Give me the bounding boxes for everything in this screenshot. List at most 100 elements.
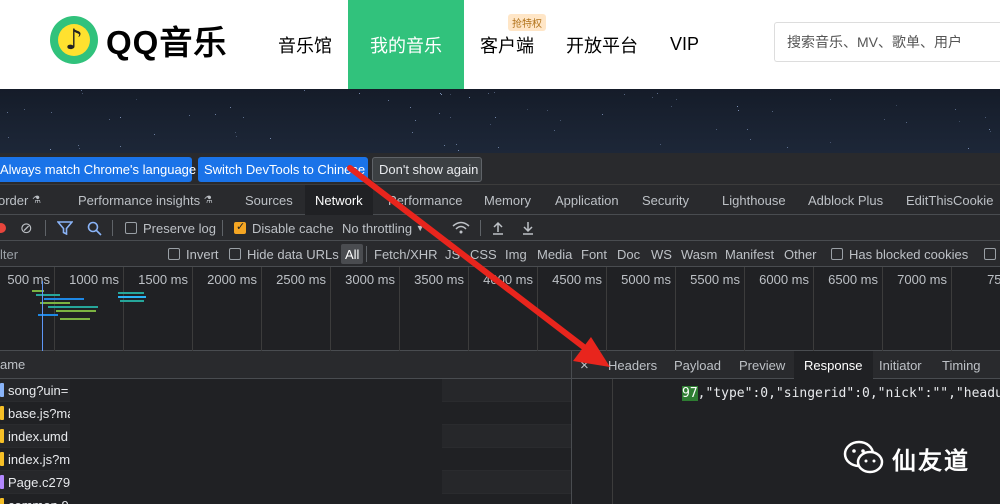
- clear-icon[interactable]: ⊘: [20, 215, 33, 241]
- timeline-tick-label: 6000 ms: [759, 272, 809, 287]
- filter-type-css[interactable]: CSS: [470, 241, 497, 267]
- star-dot: [547, 110, 548, 111]
- filter-type-js[interactable]: JS: [445, 241, 460, 267]
- blocked-requests-checkbox[interactable]: B: [984, 241, 1000, 267]
- throttling-select[interactable]: No throttling ▼: [342, 215, 425, 241]
- flask-icon: ⚗: [31, 194, 41, 206]
- detail-tab-preview[interactable]: Preview: [739, 351, 785, 379]
- invert-checkbox[interactable]: Invert: [168, 241, 219, 267]
- star-dot: [469, 97, 470, 98]
- filter-type-img[interactable]: Img: [505, 241, 527, 267]
- filter-icon[interactable]: [57, 215, 73, 241]
- disable-cache-checkbox[interactable]: Disable cache: [234, 215, 334, 241]
- network-filter-bar: lter Invert Hide data URLs All Fetch/XHR…: [0, 241, 1000, 267]
- response-body[interactable]: 97,"type":0,"singerid":0,"nick":"","head…: [682, 386, 1000, 401]
- table-row[interactable]: song?uin=: [0, 379, 571, 402]
- always-match-language-button[interactable]: Always match Chrome's language: [0, 157, 196, 182]
- tab-memory[interactable]: Memory: [484, 185, 531, 215]
- waterfall-bar: [36, 294, 60, 296]
- table-row[interactable]: base.js?ma: [0, 402, 571, 425]
- file-type-icon: [0, 383, 4, 397]
- request-name: Page.c279: [8, 474, 71, 490]
- table-row[interactable]: common.9: [0, 494, 571, 504]
- table-row[interactable]: index.js?m: [0, 448, 571, 471]
- tab-security[interactable]: Security: [642, 185, 689, 215]
- filter-type-wasm[interactable]: Wasm: [681, 241, 717, 267]
- nav-vip[interactable]: VIP: [654, 0, 715, 89]
- star-dot: [439, 113, 440, 114]
- filter-type-fetch-xhr[interactable]: Fetch/XHR: [374, 241, 438, 267]
- star-dot: [896, 105, 897, 106]
- switch-to-chinese-button[interactable]: Switch DevTools to Chinese: [198, 157, 368, 182]
- network-conditions-icon[interactable]: [452, 215, 470, 241]
- dont-show-again-button[interactable]: Don't show again: [372, 157, 482, 182]
- star-dot: [884, 119, 885, 120]
- network-overview-timeline[interactable]: 500 ms 1000 ms 1500 ms 2000 ms 2500 ms 3000 m…: [0, 267, 1000, 351]
- toolbar-divider: [45, 220, 46, 236]
- tab-network[interactable]: Network: [305, 185, 373, 215]
- tab-editthiscookie[interactable]: EditThisCookie: [906, 185, 993, 215]
- star-dot: [750, 139, 751, 140]
- nav-music-hall[interactable]: 音乐馆: [262, 0, 348, 89]
- table-header: ame: [0, 351, 571, 379]
- waterfall-bar: [118, 296, 146, 298]
- star-dot: [624, 94, 625, 95]
- search-input[interactable]: [787, 34, 1000, 50]
- qq-music-logo[interactable]: QQ音乐: [50, 16, 227, 64]
- tab-sources[interactable]: Sources: [245, 185, 293, 215]
- detail-tab-headers[interactable]: Headers: [608, 351, 657, 379]
- star-dot: [270, 138, 271, 139]
- close-icon[interactable]: ×: [580, 351, 589, 379]
- filter-type-media[interactable]: Media: [537, 241, 572, 267]
- tab-performance-insights[interactable]: Performance insights ⚗: [78, 185, 213, 215]
- star-dot: [235, 132, 236, 133]
- filter-type-doc[interactable]: Doc: [617, 241, 640, 267]
- waterfall-bar: [48, 306, 98, 308]
- filter-type-ws[interactable]: WS: [651, 241, 672, 267]
- redacted-area: [70, 402, 442, 425]
- search-icon[interactable]: [87, 215, 102, 241]
- nav-my-music[interactable]: 我的音乐: [348, 0, 464, 89]
- star-dot: [78, 145, 79, 146]
- file-type-icon: [0, 429, 4, 443]
- tab-adblock-plus[interactable]: Adblock Plus: [808, 185, 883, 215]
- star-dot: [441, 94, 442, 95]
- watermark-text: 仙友道: [892, 447, 970, 475]
- star-dot: [359, 93, 360, 94]
- detail-tab-payload[interactable]: Payload: [674, 351, 721, 379]
- nav-open-platform[interactable]: 开放平台: [550, 0, 654, 89]
- table-row[interactable]: Page.c279: [0, 471, 571, 494]
- filter-type-manifest[interactable]: Manifest: [725, 241, 774, 267]
- has-blocked-cookies-checkbox[interactable]: Has blocked cookies: [831, 241, 968, 267]
- preserve-log-checkbox[interactable]: Preserve log: [125, 215, 216, 241]
- waterfall-bar: [56, 310, 96, 312]
- request-name: base.js?ma: [8, 405, 75, 421]
- star-dot: [51, 112, 52, 113]
- detail-tab-initiator[interactable]: Initiator: [879, 351, 922, 379]
- tab-performance[interactable]: Performance: [388, 185, 462, 215]
- filter-type-other[interactable]: Other: [784, 241, 817, 267]
- redacted-area: [70, 425, 442, 448]
- line-number-gutter: [612, 379, 613, 504]
- tab-recorder[interactable]: order ⚗: [0, 185, 41, 215]
- devtools-tabs: order ⚗ Performance insights ⚗ Sources N…: [0, 185, 1000, 215]
- timeline-gridline: [813, 267, 814, 351]
- import-har-icon[interactable]: [492, 215, 504, 241]
- filter-type-font[interactable]: Font: [581, 241, 607, 267]
- table-row[interactable]: index.umd: [0, 425, 571, 448]
- detail-tabs: × Headers Payload Preview Response Initi…: [572, 351, 1000, 379]
- detail-tab-timing[interactable]: Timing: [942, 351, 981, 379]
- filter-type-all[interactable]: All: [341, 244, 364, 264]
- export-har-icon[interactable]: [522, 215, 534, 241]
- tab-application[interactable]: Application: [555, 185, 619, 215]
- tab-lighthouse[interactable]: Lighthouse: [722, 185, 786, 215]
- filter-input[interactable]: lter: [0, 241, 18, 267]
- hide-data-urls-checkbox[interactable]: Hide data URLs: [229, 241, 339, 267]
- nav-client[interactable]: 客户端 抢特权: [464, 0, 550, 89]
- star-dot: [444, 145, 445, 146]
- star-dot: [560, 120, 561, 121]
- record-icon[interactable]: [0, 215, 6, 241]
- name-column-header[interactable]: ame: [0, 357, 25, 372]
- detail-tab-response[interactable]: Response: [794, 351, 873, 379]
- network-toolbar: ⊘ Preserve log Disable cache No throttli…: [0, 215, 1000, 241]
